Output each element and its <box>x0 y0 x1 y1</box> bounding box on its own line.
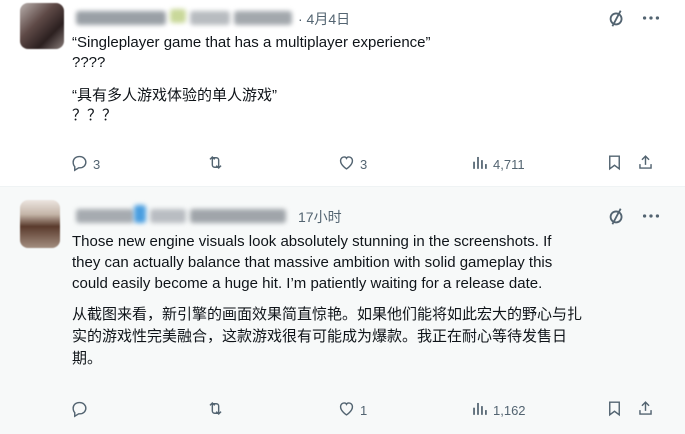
more-icon[interactable] <box>640 205 662 227</box>
views-count: 4,711 <box>493 156 525 172</box>
post-text-english: “Singleplayer game that has a multiplaye… <box>72 34 431 71</box>
share-button[interactable] <box>636 398 655 422</box>
share-button[interactable] <box>636 152 655 176</box>
share-icon <box>636 153 655 175</box>
views-count: 1,162 <box>493 402 526 418</box>
grok-icon[interactable] <box>606 205 628 227</box>
reply-count: 3 <box>93 156 101 172</box>
bookmark-icon <box>605 399 624 421</box>
post-time[interactable]: 17小时 <box>298 207 342 227</box>
reply-button[interactable]: 3 <box>70 152 100 176</box>
post[interactable]: · 4月4日 “Singleplayer game that has a mul… <box>0 0 685 186</box>
like-button[interactable]: 3 <box>337 152 367 176</box>
repost-icon <box>206 399 225 421</box>
more-icon[interactable] <box>640 7 662 29</box>
repost-button[interactable] <box>206 152 229 176</box>
views-icon <box>470 399 489 421</box>
action-bar: 3 3 4,711 <box>70 152 670 176</box>
reply-button[interactable] <box>70 398 93 422</box>
reply-icon <box>70 399 89 421</box>
like-icon <box>337 399 356 421</box>
like-count: 3 <box>360 156 368 172</box>
repost-icon <box>206 153 225 175</box>
views-button[interactable]: 4,711 <box>470 152 525 176</box>
action-bar: 1 1,162 <box>70 398 670 422</box>
post-text-chinese: 从截图来看，新引擎的画面效果简直惊艳。如果他们能将如此宏大的野心与扎 实的游戏性… <box>72 306 583 367</box>
bookmark-icon <box>605 153 624 175</box>
like-count: 1 <box>360 402 368 418</box>
post-text-english: Those new engine visuals look absolutely… <box>72 233 553 292</box>
bookmark-button[interactable] <box>605 398 624 422</box>
avatar[interactable] <box>20 200 60 248</box>
grok-icon[interactable] <box>606 7 628 29</box>
like-button[interactable]: 1 <box>337 398 367 422</box>
views-icon <box>470 153 489 175</box>
repost-button[interactable] <box>206 398 229 422</box>
avatar[interactable] <box>20 3 64 49</box>
post-text-chinese: “具有多人游戏体验的单人游戏” ？？？ <box>72 87 277 124</box>
bookmark-button[interactable] <box>605 152 624 176</box>
views-button[interactable]: 1,162 <box>470 398 526 422</box>
share-icon <box>636 399 655 421</box>
like-icon <box>337 153 356 175</box>
post-time[interactable]: · 4月4日 <box>298 9 350 29</box>
reply-icon <box>70 153 89 175</box>
post[interactable]: 17小时 Those new engine visuals look absol… <box>0 187 685 434</box>
